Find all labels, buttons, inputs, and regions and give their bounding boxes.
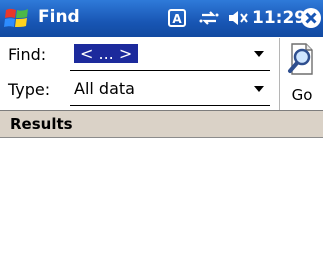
results-list[interactable] [0, 138, 323, 273]
windows-start-icon[interactable] [4, 6, 30, 32]
clock[interactable]: 11:29 [252, 8, 306, 28]
close-icon[interactable] [300, 7, 322, 29]
input-mode-icon[interactable]: A [167, 8, 189, 28]
results-header: Results [0, 111, 323, 138]
title-bar: Find A 11:29 [0, 0, 323, 37]
svg-text:A: A [172, 12, 182, 26]
speaker-muted-icon[interactable] [227, 8, 249, 28]
find-input[interactable]: < ... > [74, 44, 139, 63]
type-value[interactable]: All data [74, 79, 135, 98]
results-title: Results [10, 115, 73, 133]
type-label: Type: [8, 80, 51, 99]
find-label: Find: [8, 45, 47, 64]
connectivity-icon[interactable] [198, 8, 220, 28]
app-title: Find [38, 7, 80, 27]
find-combobox[interactable]: < ... > [70, 40, 270, 71]
type-select[interactable]: All data [70, 75, 270, 106]
search-icon [288, 43, 313, 75]
go-button[interactable]: Go [279, 38, 323, 110]
chevron-down-icon[interactable] [254, 86, 264, 92]
go-label: Go [291, 86, 313, 104]
chevron-down-icon[interactable] [254, 51, 264, 57]
